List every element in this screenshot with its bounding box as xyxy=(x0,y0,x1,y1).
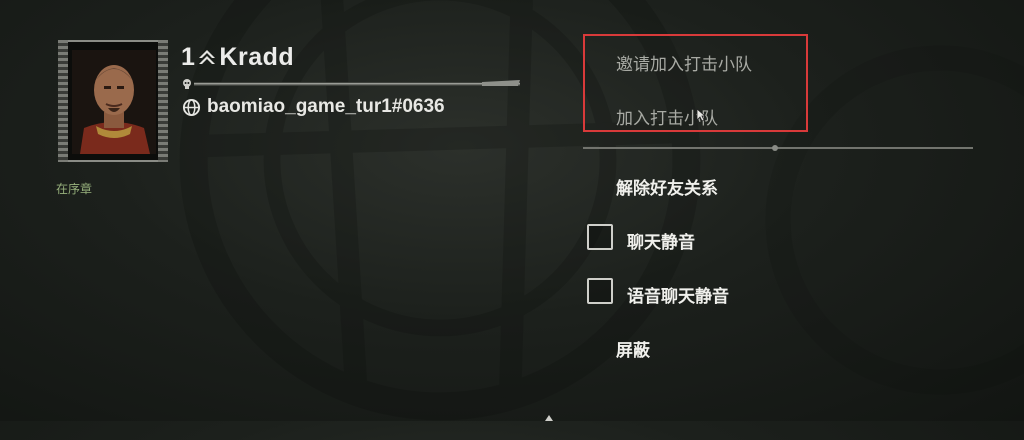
player-name: Kradd xyxy=(219,42,295,71)
remove-friend-button[interactable]: 解除好友关系 xyxy=(616,174,718,199)
block-button[interactable]: 屏蔽 xyxy=(616,336,650,361)
player-chapter-status: 在序章 xyxy=(56,182,93,196)
rank-chevron-icon xyxy=(199,50,216,64)
player-rank: 1 xyxy=(181,42,196,71)
player-id-row: baomiao_game_tur1#0636 xyxy=(182,96,445,118)
player-id: baomiao_game_tur1#0636 xyxy=(207,96,445,117)
mute-voice-checkbox[interactable] xyxy=(587,278,613,304)
invite-to-squad-button[interactable]: 邀请加入打击小队 xyxy=(616,50,752,75)
skull-icon xyxy=(183,79,191,89)
player-avatar xyxy=(72,50,156,154)
player-progress-bar xyxy=(183,79,520,89)
player-portrait-frame xyxy=(58,40,168,162)
scroll-indicator-icon xyxy=(545,415,553,421)
menu-divider xyxy=(583,145,973,151)
mute-voice-label[interactable]: 语音聊天静音 xyxy=(627,282,729,307)
mute-chat-checkbox[interactable] xyxy=(587,224,613,250)
player-name-row: 1 Kradd xyxy=(181,42,294,72)
mute-chat-label[interactable]: 聊天静音 xyxy=(627,228,695,253)
globe-icon xyxy=(182,98,201,116)
mouse-cursor-icon xyxy=(696,108,706,122)
